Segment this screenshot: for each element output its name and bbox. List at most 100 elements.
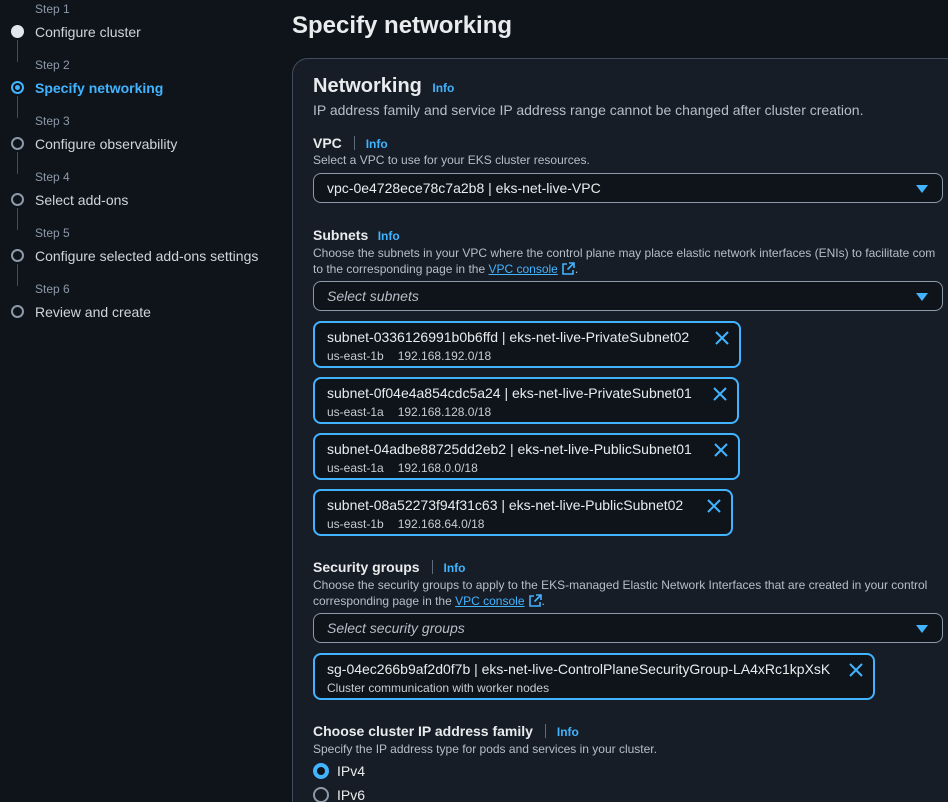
step-pending-icon (11, 249, 24, 262)
subnets-description: Choose the subnets in your VPC where the… (313, 246, 936, 260)
caret-down-icon (916, 293, 928, 301)
ip-family-label: Choose cluster IP address family (313, 723, 533, 739)
step-number: Step 5 (35, 226, 70, 240)
subnet-token-details: us-east-1b 192.168.192.0/18 (327, 349, 491, 363)
security-groups-label: Security groups (313, 559, 420, 575)
vpc-console-link[interactable]: VPC console (488, 262, 557, 276)
vpc-selected-value: vpc-0e4728ece78c7a2b8 | eks-net-live-VPC (327, 180, 601, 196)
subnet-az: us-east-1b (327, 517, 384, 531)
step-review-and-create[interactable]: Step 6 Review and create (10, 282, 278, 326)
caret-down-icon (916, 625, 928, 633)
security-group-token-description: Cluster communication with worker nodes (327, 681, 550, 695)
security-groups-info-link[interactable]: Info (444, 561, 466, 575)
security-group-token: sg-04ec266b9af2d0f7b | eks-net-live-Cont… (313, 653, 875, 700)
step-configure-cluster[interactable]: Step 1 Configure cluster (10, 2, 278, 62)
subnet-az: us-east-1a (327, 405, 384, 419)
subnet-token-details: us-east-1a 192.168.0.0/18 (327, 461, 478, 475)
step-complete-icon (11, 25, 24, 38)
subnet-token-name: subnet-0f04e4a854cdc5a24 | eks-net-live-… (327, 385, 692, 401)
networking-header: Networking Info (313, 75, 454, 98)
divider (432, 560, 434, 574)
page-title: Specify networking (292, 12, 513, 39)
step-number: Step 6 (35, 282, 70, 296)
panel-title: Networking (313, 75, 422, 97)
ip-family-field-header: Choose cluster IP address family Info (313, 723, 579, 741)
step-current-icon (11, 81, 24, 94)
security-group-token-name: sg-04ec266b9af2d0f7b | eks-net-live-Cont… (327, 661, 831, 677)
subnet-token: subnet-0f04e4a854cdc5a24 | eks-net-live-… (313, 377, 739, 424)
ipv6-radio-label[interactable]: IPv6 (337, 787, 365, 802)
remove-token-icon[interactable] (715, 331, 729, 345)
step-label[interactable]: Review and create (35, 304, 151, 320)
step-pending-icon (11, 137, 24, 150)
external-link-icon (528, 594, 542, 607)
vpc-info-link[interactable]: Info (366, 137, 388, 151)
description-text: . (541, 594, 545, 608)
networking-info-link[interactable]: Info (432, 81, 454, 95)
subnet-token: subnet-08a52273f94f31c63 | eks-net-live-… (313, 489, 733, 536)
remove-token-icon[interactable] (713, 387, 727, 401)
remove-token-icon[interactable] (714, 443, 728, 457)
step-label[interactable]: Configure cluster (35, 24, 141, 40)
step-label[interactable]: Configure selected add-ons settings (35, 248, 258, 264)
step-number: Step 4 (35, 170, 70, 184)
subnet-cidr: 192.168.0.0/18 (397, 461, 478, 475)
security-groups-placeholder: Select security groups (327, 620, 465, 636)
divider (545, 724, 547, 738)
step-configure-observability[interactable]: Step 3 Configure observability (10, 114, 278, 174)
subnets-label: Subnets (313, 227, 369, 243)
subnet-token-name: subnet-0336126991b0b6ffd | eks-net-live-… (327, 329, 690, 345)
subnets-info-link[interactable]: Info (378, 229, 400, 243)
subnet-cidr: 192.168.128.0/18 (397, 405, 492, 419)
description-text: to the corresponding page in the (313, 262, 486, 276)
subnet-token-details: us-east-1b 192.168.64.0/18 (327, 517, 484, 531)
subnet-cidr: 192.168.192.0/18 (397, 349, 492, 363)
vpc-description: Select a VPC to use for your EKS cluster… (313, 153, 590, 167)
description-text: . (574, 262, 579, 276)
divider (354, 136, 356, 150)
networking-panel: Networking Info IP address family and se… (292, 58, 948, 802)
vpc-console-link[interactable]: VPC console (455, 594, 524, 608)
security-groups-field-header: Security groups Info (313, 559, 466, 577)
step-number: Step 2 (35, 58, 70, 72)
step-configure-add-ons-settings[interactable]: Step 5 Configure selected add-ons settin… (10, 226, 278, 286)
external-link-icon (562, 262, 575, 275)
step-number: Step 3 (35, 114, 70, 128)
subnets-placeholder: Select subnets (327, 288, 419, 304)
subnet-az: us-east-1b (327, 349, 384, 363)
ipv6-radio[interactable] (313, 787, 329, 802)
remove-token-icon[interactable] (707, 499, 721, 513)
subnets-description-line2: to the corresponding page in the VPC con… (313, 262, 578, 276)
step-select-add-ons[interactable]: Step 4 Select add-ons (10, 170, 278, 230)
vpc-select[interactable]: vpc-0e4728ece78c7a2b8 | eks-net-live-VPC (313, 173, 943, 203)
vpc-field-header: VPC Info (313, 135, 388, 153)
subnet-token-details: us-east-1a 192.168.128.0/18 (327, 405, 491, 419)
step-label[interactable]: Specify networking (35, 80, 163, 96)
ip-family-description: Specify the IP address type for pods and… (313, 742, 657, 756)
step-label[interactable]: Select add-ons (35, 192, 128, 208)
caret-down-icon (916, 185, 928, 193)
security-groups-description-line2: corresponding page in the VPC console. (313, 594, 545, 608)
panel-description: IP address family and service IP address… (313, 102, 864, 118)
subnet-token-name: subnet-08a52273f94f31c63 | eks-net-live-… (327, 497, 684, 513)
vpc-label: VPC (313, 135, 342, 151)
ip-family-info-link[interactable]: Info (557, 725, 579, 739)
subnet-cidr: 192.168.64.0/18 (397, 517, 485, 531)
subnet-token: subnet-0336126991b0b6ffd | eks-net-live-… (313, 321, 741, 368)
step-number: Step 1 (35, 2, 70, 16)
subnets-select[interactable]: Select subnets (313, 281, 943, 311)
step-specify-networking[interactable]: Step 2 Specify networking (10, 58, 278, 118)
subnet-token: subnet-04adbe88725dd2eb2 | eks-net-live-… (313, 433, 740, 480)
subnet-token-name: subnet-04adbe88725dd2eb2 | eks-net-live-… (327, 441, 692, 457)
ipv4-radio-label[interactable]: IPv4 (337, 763, 365, 779)
security-groups-select[interactable]: Select security groups (313, 613, 943, 643)
description-text: corresponding page in the (313, 594, 452, 608)
security-groups-description: Choose the security groups to apply to t… (313, 578, 928, 592)
remove-token-icon[interactable] (849, 663, 863, 677)
subnet-az: us-east-1a (327, 461, 384, 475)
wizard-steps: Step 1 Configure cluster Step 2 Specify … (0, 0, 280, 802)
ipv4-radio[interactable] (313, 763, 329, 779)
step-label[interactable]: Configure observability (35, 136, 177, 152)
step-pending-icon (11, 305, 24, 318)
step-pending-icon (11, 193, 24, 206)
